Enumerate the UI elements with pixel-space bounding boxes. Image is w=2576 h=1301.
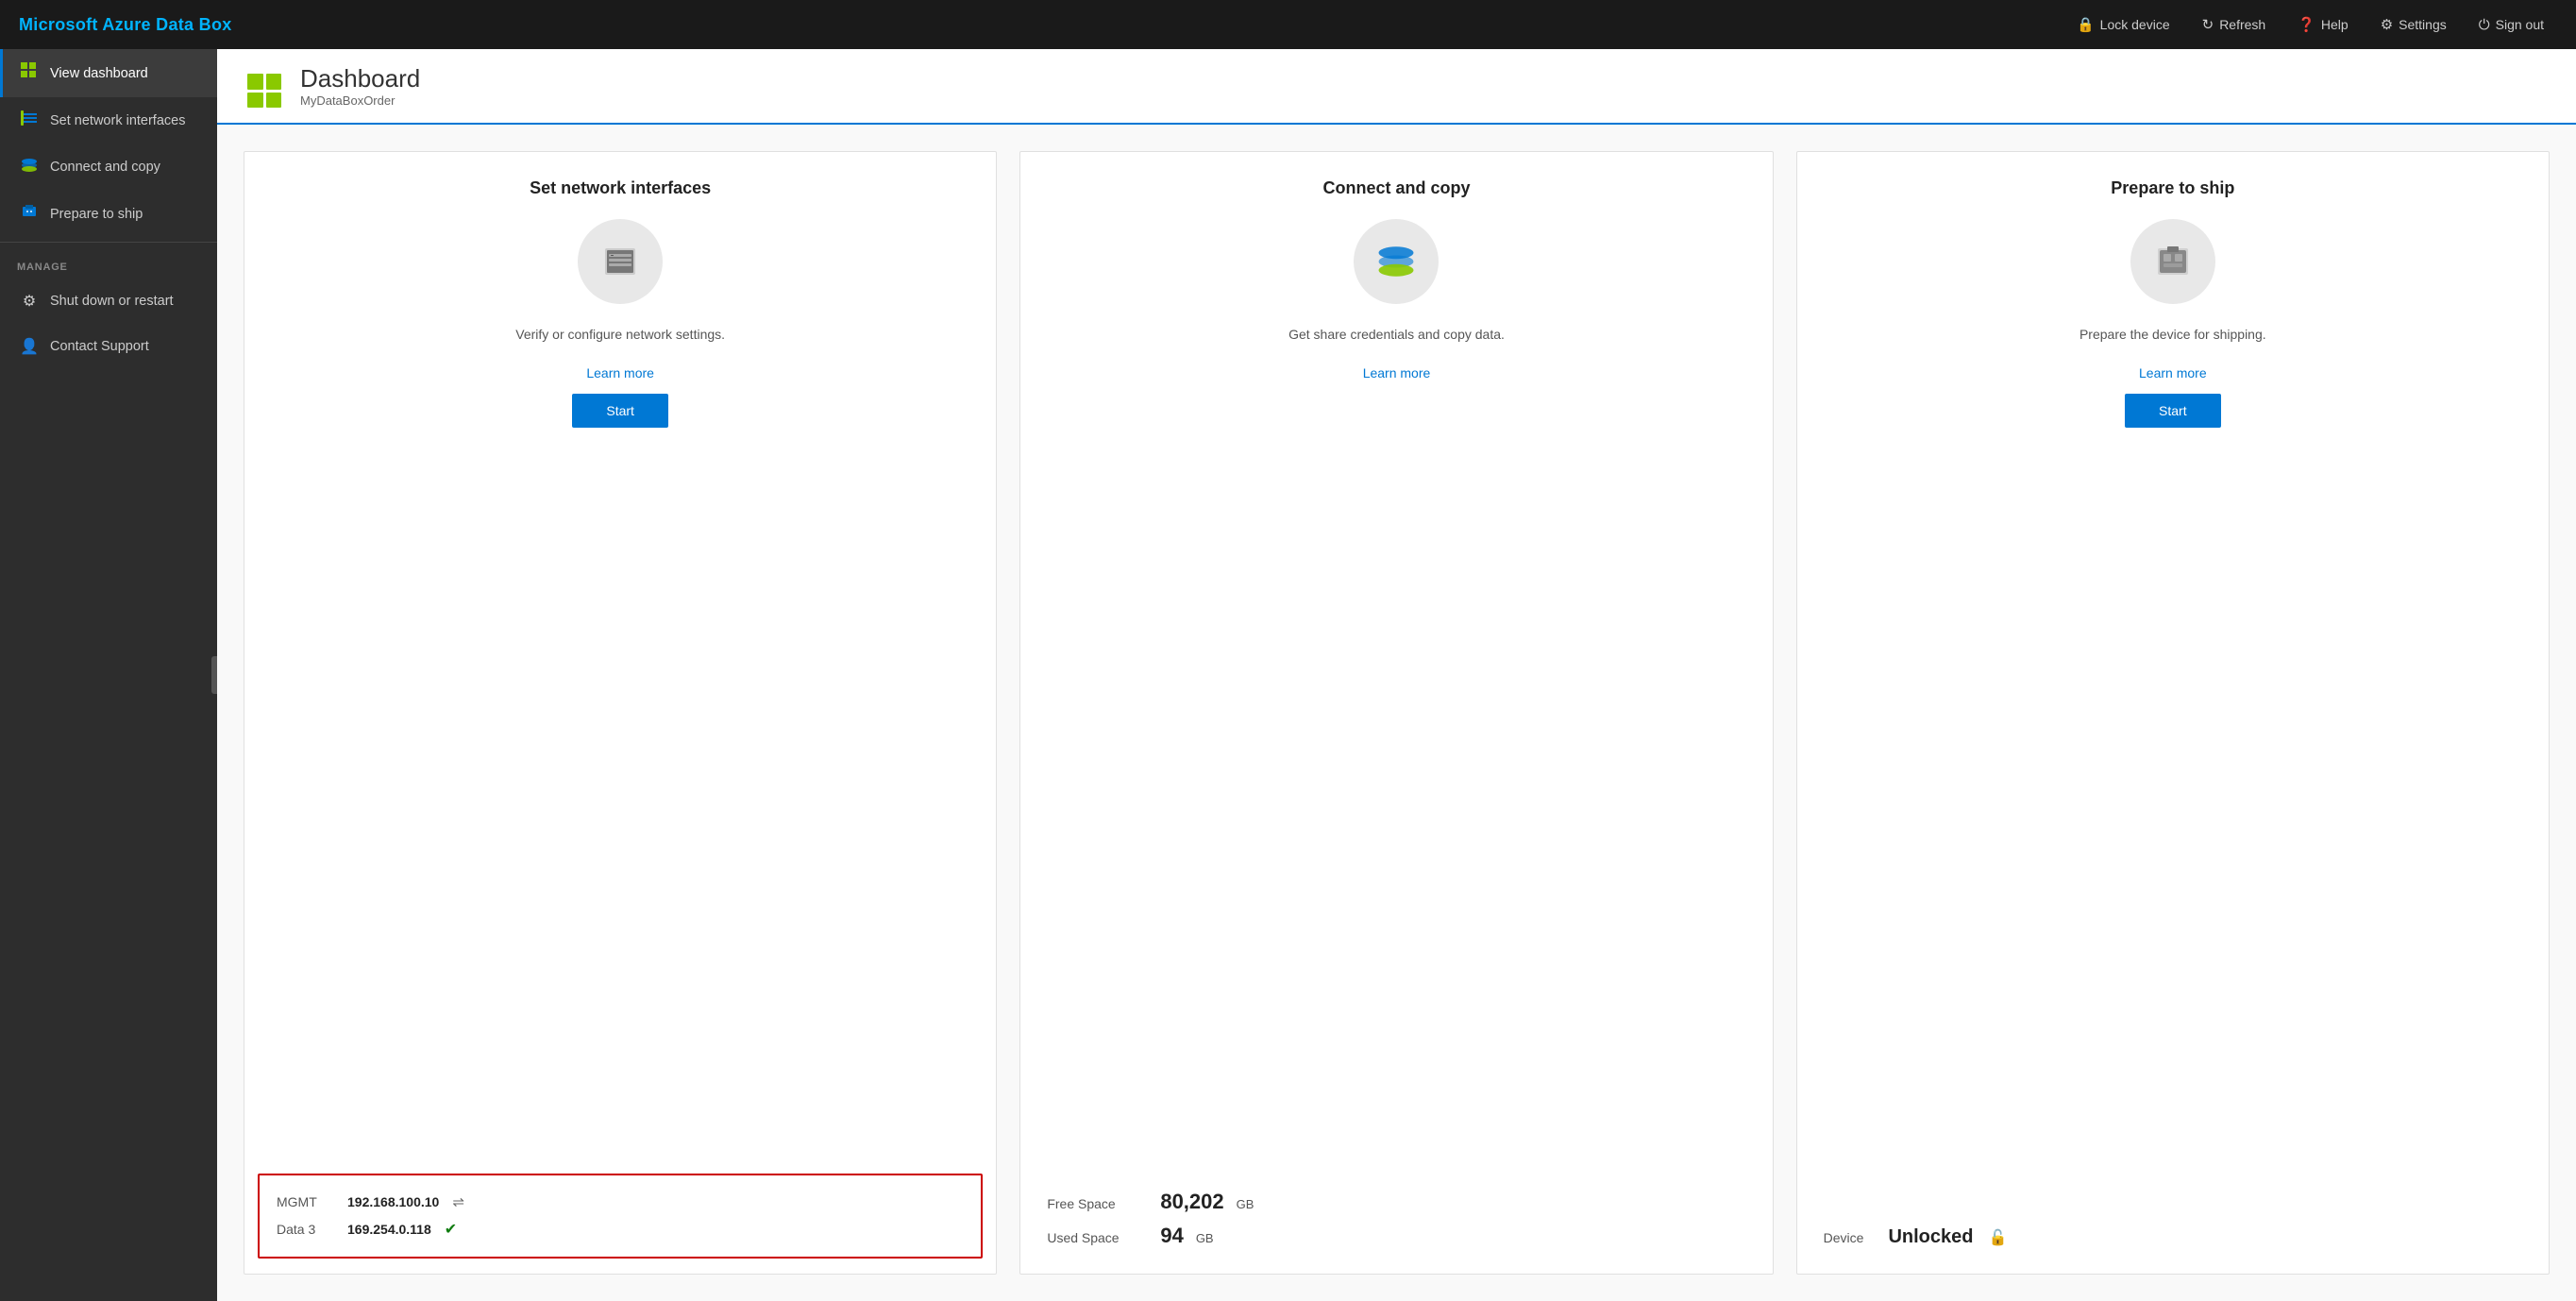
sidebar-item-connect-copy[interactable]: Connect and copy — [0, 144, 217, 190]
help-icon: ❓ — [2298, 16, 2315, 33]
ship-card-top: Prepare to ship Prepare the device for s… — [1797, 152, 2549, 1205]
network-card-top: Set network interfaces Verify or configu… — [244, 152, 996, 1174]
network-learn-more-link[interactable]: Learn more — [586, 365, 654, 380]
mgmt-status-icon: ⇌ — [452, 1193, 464, 1210]
signout-icon: ⏻ — [2479, 17, 2490, 33]
ship-card-desc: Prepare the device for shipping. — [2079, 325, 2266, 345]
copy-card: Connect and copy Get share credentials a… — [1019, 151, 1773, 1275]
sidebar-label-prepare-ship: Prepare to ship — [50, 207, 143, 222]
used-space-unit: GB — [1196, 1231, 1214, 1245]
network-start-button[interactable]: Start — [572, 394, 668, 428]
sidebar: View dashboard Set network interfaces — [0, 49, 217, 1301]
person-icon: 👤 — [20, 337, 39, 356]
copy-card-top: Connect and copy Get share credentials a… — [1020, 152, 1772, 1168]
ship-card: Prepare to ship Prepare the device for s… — [1796, 151, 2550, 1275]
free-space-row: Free Space 80,202 GB — [1047, 1185, 1745, 1219]
free-space-unit: GB — [1237, 1197, 1254, 1211]
sidebar-label-view-dashboard: View dashboard — [50, 66, 148, 81]
free-space-value: 80,202 — [1160, 1190, 1223, 1214]
sidebar-label-connect-copy: Connect and copy — [50, 160, 160, 175]
device-label: Device — [1824, 1230, 1864, 1245]
sidebar-label-shutdown: Shut down or restart — [50, 294, 174, 309]
device-status: Unlocked — [1888, 1226, 1973, 1248]
network-card-title: Set network interfaces — [530, 178, 711, 198]
sidebar-item-prepare-ship[interactable]: Prepare to ship — [0, 190, 217, 238]
sidebar-label-support: Contact Support — [50, 339, 149, 354]
sidebar-item-view-dashboard[interactable]: View dashboard — [0, 49, 217, 97]
copy-card-bottom: Free Space 80,202 GB Used Space 94 GB — [1020, 1168, 1772, 1274]
content-body: Set network interfaces Verify or configu… — [217, 125, 2576, 1301]
lock-icon: 🔒 — [2077, 16, 2095, 33]
ship-card-title: Prepare to ship — [2111, 178, 2234, 198]
free-space-label: Free Space — [1047, 1196, 1151, 1211]
mgmt-row: MGMT 192.168.100.10 ⇌ — [277, 1189, 964, 1215]
data3-label: Data 3 — [277, 1222, 338, 1237]
page-subtitle: MyDataBoxOrder — [300, 93, 420, 117]
grid-icon — [20, 62, 39, 84]
ship-learn-more-link[interactable]: Learn more — [2139, 365, 2207, 380]
refresh-icon: ↻ — [2202, 16, 2214, 33]
used-space-value: 94 — [1160, 1224, 1183, 1248]
data3-row: Data 3 169.254.0.118 ✔ — [277, 1215, 964, 1243]
copy-learn-more-link[interactable]: Learn more — [1363, 365, 1431, 380]
sidebar-divider — [0, 242, 217, 243]
sidebar-collapse-handle[interactable]: ⋮ — [211, 656, 217, 694]
header-text: Dashboard MyDataBoxOrder — [300, 64, 420, 117]
manage-section-label: MANAGE — [0, 246, 217, 279]
page-title: Dashboard — [300, 64, 420, 93]
data3-ip: 169.254.0.118 — [347, 1222, 431, 1237]
gear-icon: ⚙ — [20, 292, 39, 311]
ship-icon — [20, 203, 39, 225]
device-status-row: Device Unlocked 🔓 — [1824, 1222, 2522, 1253]
network-interfaces-box: MGMT 192.168.100.10 ⇌ Data 3 169.254.0.1… — [258, 1174, 983, 1259]
network-card-icon — [578, 219, 663, 304]
sidebar-item-shutdown[interactable]: ⚙ Shut down or restart — [0, 279, 217, 324]
network-icon — [20, 110, 39, 130]
lock-device-button[interactable]: 🔒 Lock device — [2063, 10, 2183, 39]
sidebar-item-set-network[interactable]: Set network interfaces — [0, 97, 217, 144]
content-header: Dashboard MyDataBoxOrder — [217, 49, 2576, 125]
mgmt-ip: 192.168.100.10 — [347, 1194, 439, 1209]
refresh-button[interactable]: ↻ Refresh — [2189, 10, 2280, 39]
ship-start-button[interactable]: Start — [2125, 394, 2221, 428]
sidebar-item-support[interactable]: 👤 Contact Support — [0, 324, 217, 369]
signout-button[interactable]: ⏻ Sign out — [2466, 10, 2557, 39]
topbar-actions: 🔒 Lock device ↻ Refresh ❓ Help ⚙ Setting… — [2063, 10, 2557, 39]
content-area: Dashboard MyDataBoxOrder Set network int… — [217, 49, 2576, 1301]
settings-button[interactable]: ⚙ Settings — [2367, 10, 2460, 39]
main-layout: View dashboard Set network interfaces — [0, 49, 2576, 1301]
app-title: Microsoft Azure Data Box — [19, 15, 232, 35]
ship-card-icon — [2130, 219, 2215, 304]
copy-card-title: Connect and copy — [1322, 178, 1470, 198]
copy-card-icon — [1354, 219, 1439, 304]
network-card: Set network interfaces Verify or configu… — [244, 151, 997, 1275]
network-card-desc: Verify or configure network settings. — [515, 325, 725, 345]
unlocked-icon: 🔓 — [1988, 1228, 2007, 1247]
help-button[interactable]: ❓ Help — [2284, 10, 2361, 39]
data3-status-icon: ✔ — [445, 1220, 457, 1239]
settings-icon: ⚙ — [2381, 16, 2393, 33]
used-space-label: Used Space — [1047, 1230, 1151, 1245]
sidebar-label-set-network: Set network interfaces — [50, 113, 185, 128]
copy-card-desc: Get share credentials and copy data. — [1288, 325, 1505, 345]
ship-card-bottom: Device Unlocked 🔓 — [1797, 1205, 2549, 1274]
topbar: Microsoft Azure Data Box 🔒 Lock device ↻… — [0, 0, 2576, 49]
dashboard-icon — [244, 70, 285, 111]
mgmt-label: MGMT — [277, 1194, 338, 1209]
copy-icon — [20, 157, 39, 177]
used-space-row: Used Space 94 GB — [1047, 1219, 1745, 1253]
